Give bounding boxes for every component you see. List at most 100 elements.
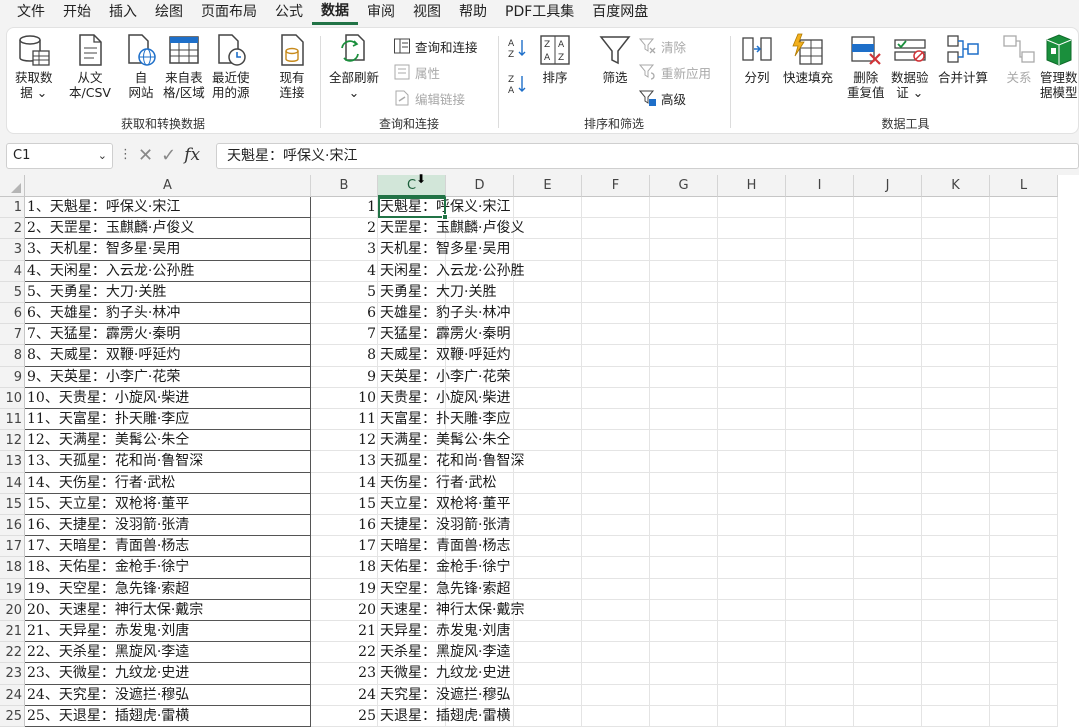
cell-c[interactable]: 天孤星：花和尚·鲁智深 — [378, 451, 524, 473]
cell-empty[interactable] — [990, 324, 1058, 346]
cell-empty[interactable] — [990, 430, 1058, 452]
column-header[interactable]: A — [25, 175, 311, 197]
menu-item[interactable]: 文件 — [8, 0, 54, 25]
cell-empty[interactable] — [582, 451, 650, 473]
cell-empty[interactable] — [854, 515, 922, 537]
cell-b[interactable]: 1 — [311, 197, 378, 219]
cell-empty[interactable] — [718, 218, 786, 240]
cell-empty[interactable] — [786, 642, 854, 664]
chevron-down-icon[interactable]: ⌄ — [98, 144, 107, 168]
cell-empty[interactable] — [922, 493, 990, 515]
cell-empty[interactable] — [854, 281, 922, 303]
cell-empty[interactable] — [650, 451, 718, 473]
cell-empty[interactable] — [514, 430, 582, 452]
manage-data-model-button[interactable]: 管理数 据模型 — [1040, 32, 1078, 100]
cell-empty[interactable] — [718, 536, 786, 558]
cell-empty[interactable] — [582, 705, 650, 727]
cell-a[interactable]: 18、天佑星：金枪手·徐宁 — [25, 557, 311, 579]
flash-fill-button[interactable]: 快速填充 — [783, 32, 833, 85]
cell-b[interactable]: 16 — [311, 515, 378, 537]
cell-empty[interactable] — [650, 493, 718, 515]
cell-c[interactable]: 天满星：美髯公·朱仝 — [378, 430, 510, 452]
cell-a[interactable]: 22、天杀星：黑旋风·李逵 — [25, 642, 311, 664]
row-header[interactable]: 8 — [0, 345, 25, 367]
cell-empty[interactable] — [514, 239, 582, 261]
confirm-check-icon[interactable]: ✓ — [161, 145, 176, 166]
cell-empty[interactable] — [854, 430, 922, 452]
sort-descending-button[interactable]: Z A — [507, 74, 531, 95]
cell-empty[interactable] — [854, 705, 922, 727]
cell-empty[interactable] — [582, 684, 650, 706]
cell-empty[interactable] — [786, 197, 854, 219]
cell-empty[interactable] — [718, 578, 786, 600]
cell-empty[interactable] — [786, 366, 854, 388]
cell-empty[interactable] — [854, 578, 922, 600]
row-header[interactable]: 14 — [0, 472, 25, 494]
cell-empty[interactable] — [514, 409, 582, 431]
cell-empty[interactable] — [854, 642, 922, 664]
cell-empty[interactable] — [854, 218, 922, 240]
cell-b[interactable]: 14 — [311, 472, 378, 494]
cell-empty[interactable] — [990, 621, 1058, 643]
cell-empty[interactable] — [514, 557, 582, 579]
relationships-button[interactable]: 关系 — [1001, 32, 1037, 85]
cell-empty[interactable] — [922, 239, 990, 261]
cell-empty[interactable] — [854, 451, 922, 473]
cell-empty[interactable] — [650, 663, 718, 685]
cell-empty[interactable] — [582, 515, 650, 537]
cell-c[interactable]: 天勇星：大刀·关胜 — [378, 281, 496, 303]
row-header[interactable]: 24 — [0, 684, 25, 706]
cell-empty[interactable] — [922, 366, 990, 388]
cell-empty[interactable] — [582, 663, 650, 685]
cell-empty[interactable] — [650, 218, 718, 240]
cell-c[interactable]: 天杀星：黑旋风·李逵 — [378, 642, 510, 664]
cell-b[interactable]: 8 — [311, 345, 378, 367]
cell-empty[interactable] — [922, 515, 990, 537]
cell-empty[interactable] — [786, 451, 854, 473]
insert-function-icon[interactable]: fx — [184, 145, 200, 166]
clear-filter-button[interactable]: 清除 — [639, 36, 686, 56]
row-header[interactable]: 16 — [0, 515, 25, 537]
cell-empty[interactable] — [786, 324, 854, 346]
cell-c[interactable]: 天暗星：青面兽·杨志 — [378, 536, 510, 558]
cell-empty[interactable] — [514, 536, 582, 558]
cell-b[interactable]: 6 — [311, 303, 378, 325]
cell-empty[interactable] — [718, 557, 786, 579]
cell-empty[interactable] — [786, 515, 854, 537]
cell-empty[interactable] — [786, 621, 854, 643]
cell-b[interactable]: 25 — [311, 705, 378, 727]
column-header[interactable]: L — [990, 175, 1058, 197]
cell-empty[interactable] — [650, 599, 718, 621]
edit-links-button[interactable]: 编辑链接 — [393, 88, 465, 108]
cell-c[interactable]: 天退星：插翅虎·雷横 — [378, 705, 510, 727]
column-header[interactable]: H — [718, 175, 786, 197]
cell-empty[interactable] — [786, 218, 854, 240]
cell-empty[interactable] — [786, 578, 854, 600]
cell-empty[interactable] — [582, 557, 650, 579]
menu-item[interactable]: 帮助 — [450, 0, 496, 25]
cell-empty[interactable] — [922, 387, 990, 409]
cell-empty[interactable] — [650, 324, 718, 346]
cell-empty[interactable] — [990, 260, 1058, 282]
cell-empty[interactable] — [650, 409, 718, 431]
cell-c[interactable]: 天伤星：行者·武松 — [378, 472, 496, 494]
text-to-columns-button[interactable]: 分列 — [739, 32, 775, 85]
cell-empty[interactable] — [650, 345, 718, 367]
cell-empty[interactable] — [650, 303, 718, 325]
cell-empty[interactable] — [854, 387, 922, 409]
menu-item[interactable]: 开始 — [54, 0, 100, 25]
cell-empty[interactable] — [650, 578, 718, 600]
cell-empty[interactable] — [922, 409, 990, 431]
column-header[interactable]: C — [378, 175, 446, 197]
cell-b[interactable]: 15 — [311, 493, 378, 515]
cell-empty[interactable] — [514, 599, 582, 621]
cell-a[interactable]: 14、天伤星：行者·武松 — [25, 472, 311, 494]
cell-empty[interactable] — [990, 493, 1058, 515]
cell-a[interactable]: 8、天威星：双鞭·呼延灼 — [25, 345, 311, 367]
select-all-corner[interactable] — [0, 175, 25, 197]
cell-c[interactable]: 天究星：没遮拦·穆弘 — [378, 684, 510, 706]
cell-empty[interactable] — [922, 684, 990, 706]
cell-empty[interactable] — [718, 239, 786, 261]
cell-empty[interactable] — [922, 303, 990, 325]
row-header[interactable]: 15 — [0, 493, 25, 515]
